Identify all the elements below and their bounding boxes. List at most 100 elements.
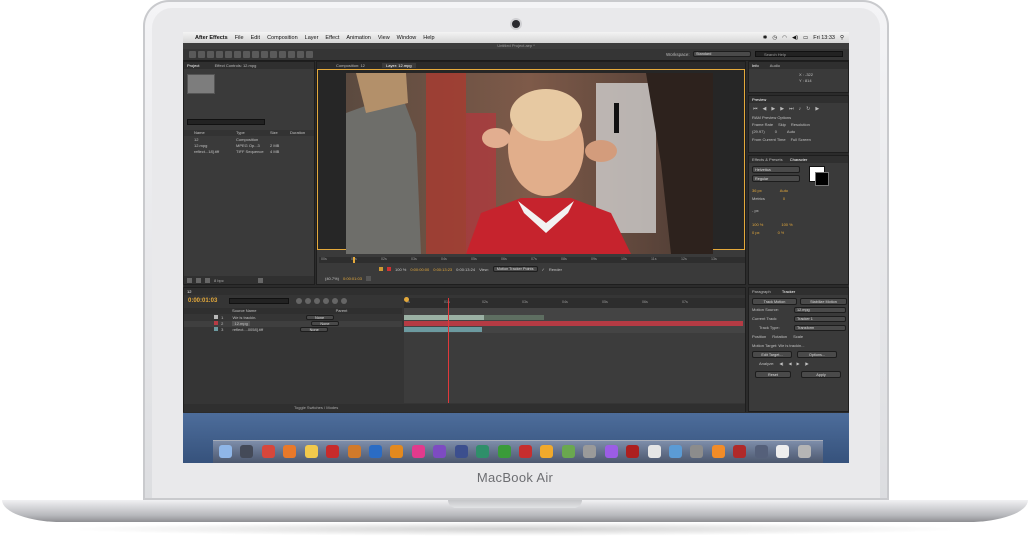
timeline-tracks[interactable]: 0s 01s 02s 03s 04s 05s 06s 07s <box>404 298 745 403</box>
timeline-search-input[interactable] <box>229 298 289 304</box>
wifi-icon[interactable]: ◠ <box>782 35 787 41</box>
track-motion-button[interactable]: Track Motion <box>752 298 797 305</box>
play-icon[interactable]: ▶ <box>771 106 775 112</box>
timeline-playhead[interactable] <box>448 298 449 403</box>
current-track-select[interactable]: Tracker 1 <box>794 316 846 322</box>
bpc-label[interactable]: 8 bpc <box>214 278 224 283</box>
menu-composition[interactable]: Composition <box>267 35 298 41</box>
render-checkbox[interactable]: ✓ <box>542 267 545 272</box>
ram-preview-options[interactable]: RAM Preview Options <box>752 115 791 121</box>
interpret-footage-icon[interactable] <box>187 277 192 283</box>
tsume-value[interactable]: 0 % <box>778 230 785 236</box>
view-select[interactable]: Motion Tracker Points <box>492 266 538 272</box>
brush-tool-icon[interactable] <box>270 51 277 58</box>
viewer-timecode[interactable]: 0:00:01:03 <box>343 276 362 281</box>
contribute-icon[interactable] <box>561 445 575 458</box>
baseline-shift-value[interactable]: 0 px <box>752 230 760 236</box>
eraser-tool-icon[interactable] <box>288 51 295 58</box>
acrobat-icon[interactable] <box>326 445 340 458</box>
stroke-width-value[interactable]: - px <box>752 208 759 214</box>
leading-value[interactable]: Auto <box>780 188 788 194</box>
dashboard-icon[interactable] <box>240 445 254 458</box>
workspace-select[interactable]: Standard <box>693 51 751 57</box>
track-type-select[interactable]: Transform <box>794 325 846 331</box>
finder-icon[interactable] <box>219 445 232 458</box>
prev-frame-icon[interactable]: ◀ <box>763 106 767 112</box>
tab-paragraph[interactable]: Paragraph <box>752 289 771 294</box>
bridge-icon[interactable] <box>347 445 361 458</box>
menu-help[interactable]: Help <box>423 35 434 41</box>
parent-select[interactable]: None <box>300 327 329 332</box>
timeline-tab[interactable]: 12 <box>184 288 745 295</box>
menu-effect[interactable]: Effect <box>325 35 339 41</box>
kerning-value[interactable]: Metrics <box>752 196 765 202</box>
preview-icon[interactable] <box>669 445 682 458</box>
analyze-next-icon[interactable]: |▶ <box>805 361 809 367</box>
stabilize-motion-button[interactable]: Stabilize Motion <box>800 298 847 305</box>
trash-icon[interactable] <box>797 445 811 458</box>
calendar-icon[interactable] <box>647 445 661 458</box>
layer-bar-2[interactable] <box>404 321 743 326</box>
spotlight-icon[interactable]: ⚲ <box>840 35 844 41</box>
timeline-timecode[interactable]: 0:00:01:03 <box>188 298 217 304</box>
col-type[interactable]: Type <box>236 130 268 136</box>
graph-editor-icon[interactable] <box>341 298 347 304</box>
indesign-icon[interactable] <box>411 445 425 458</box>
zoom-tool-icon[interactable] <box>207 51 214 58</box>
fireworks-icon[interactable] <box>540 445 554 458</box>
hand-tool-icon[interactable] <box>198 51 205 58</box>
battery-icon[interactable]: ▭ <box>803 35 808 41</box>
options-button[interactable]: Options... <box>797 351 837 358</box>
premiere-icon[interactable] <box>433 445 447 458</box>
motion-source-select[interactable]: 12.mpg <box>794 307 846 313</box>
work-area-start-icon[interactable] <box>404 297 409 302</box>
analyze-backward-icon[interactable]: ◀ <box>788 361 791 367</box>
illustrator-icon[interactable] <box>390 445 404 458</box>
viewer-zoom[interactable]: 100 % <box>395 267 406 272</box>
tracked-keyframes[interactable] <box>484 315 544 320</box>
loop-icon[interactable]: ↻ <box>806 106 810 112</box>
tab-layer[interactable]: Layer: 12.mpg <box>382 63 416 68</box>
encore-icon[interactable] <box>454 445 468 458</box>
tab-info[interactable]: Info <box>752 63 759 68</box>
stroke-color-swatch[interactable] <box>815 172 829 186</box>
edit-target-button[interactable]: Edit Target... <box>752 351 792 358</box>
draft-3d-icon[interactable] <box>305 298 311 304</box>
transmission-icon[interactable] <box>733 445 747 458</box>
soundbooth-icon[interactable] <box>476 445 490 458</box>
tab-effects-presets[interactable]: Effects & Presets <box>752 157 783 162</box>
system-preferences-icon[interactable] <box>583 445 597 458</box>
bluetooth-icon[interactable]: ✱ <box>763 35 768 41</box>
clone-tool-icon[interactable] <box>279 51 286 58</box>
audio-icon[interactable]: ♪ <box>799 106 802 112</box>
in-point-icon[interactable] <box>379 267 383 271</box>
flash-icon[interactable] <box>519 445 532 458</box>
project-search-input[interactable] <box>187 119 265 125</box>
parent-select[interactable]: None <box>310 321 339 326</box>
col-parent[interactable]: Parent <box>336 308 348 313</box>
snapshot-icon[interactable] <box>365 276 371 281</box>
roto-brush-tool-icon[interactable] <box>297 51 304 58</box>
app-menu[interactable]: After Effects <box>195 35 228 41</box>
viewer-time-ruler[interactable]: 00s 01s 02s 03s 04s 05s 06s 07s 08s 09s … <box>319 257 745 263</box>
frame-blending-icon[interactable] <box>323 298 329 304</box>
preview-title[interactable]: Preview <box>749 96 848 103</box>
table-row[interactable]: 3 reflect....0058].tiff None <box>184 327 402 333</box>
menu-view[interactable]: View <box>378 35 390 41</box>
tracking-value[interactable]: 0 <box>783 196 785 202</box>
col-name[interactable]: Name <box>194 130 234 136</box>
timeline-ruler[interactable]: 0s 01s 02s 03s 04s 05s 06s 07s <box>404 298 745 308</box>
camera-tool-icon[interactable] <box>225 51 232 58</box>
resolution-select[interactable]: Auto <box>787 129 795 135</box>
tab-project[interactable]: Project <box>187 63 199 68</box>
pen-tool-icon[interactable] <box>252 51 259 58</box>
col-size[interactable]: Size <box>270 130 288 136</box>
tab-audio[interactable]: Audio <box>770 63 780 68</box>
ram-preview-icon[interactable]: ▶ <box>815 106 819 112</box>
menubar-clock[interactable]: Fri 13:33 <box>813 35 835 41</box>
analyze-back-icon[interactable]: ◀| <box>779 361 783 367</box>
viewer-playhead[interactable] <box>353 257 355 263</box>
magnification-select[interactable]: (40.7%) <box>325 276 339 281</box>
col-duration[interactable]: Duration <box>290 130 305 136</box>
trash-icon[interactable] <box>257 277 263 283</box>
